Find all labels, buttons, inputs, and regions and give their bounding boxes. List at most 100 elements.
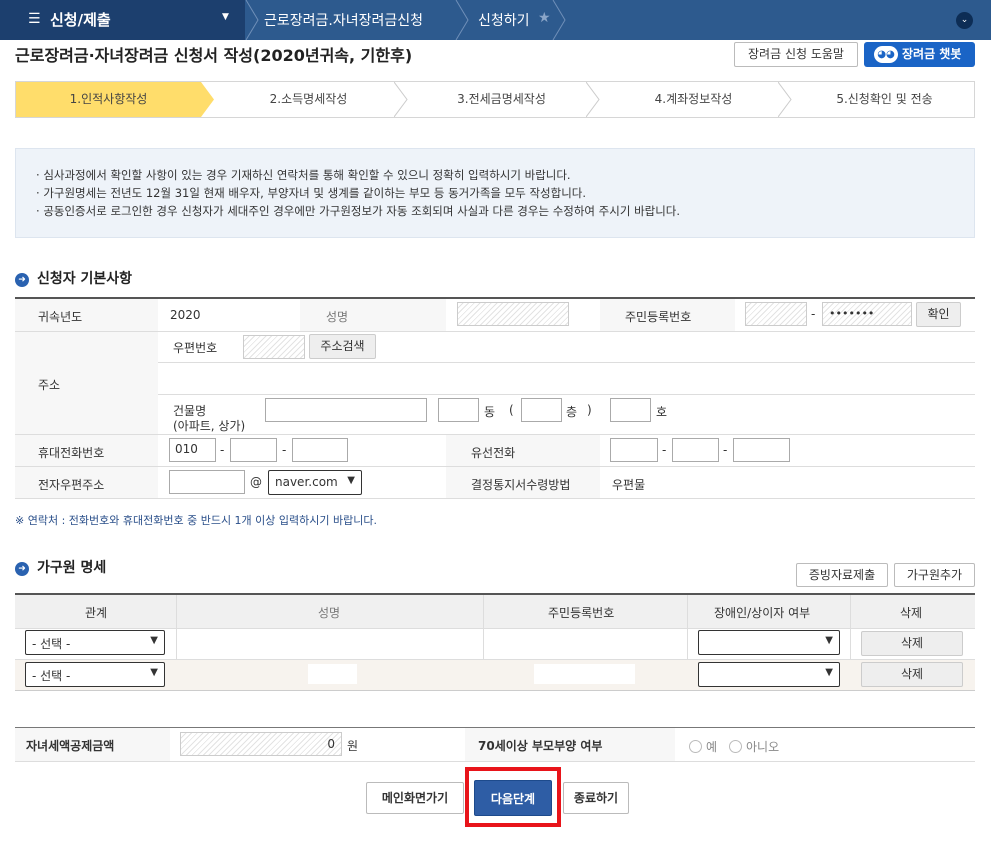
step-arrow-icon — [394, 82, 408, 117]
column-header: 장애인/상이자 여부 — [714, 606, 811, 620]
relation-value: - 선택 - — [32, 669, 71, 683]
expand-icon[interactable]: ⌄ — [956, 12, 973, 29]
email-id-input[interactable] — [169, 470, 245, 494]
landline-middle-input[interactable] — [672, 438, 719, 462]
chevron-down-icon: ▼ — [825, 635, 833, 646]
name-label: 성명 — [326, 310, 349, 324]
dash: - — [723, 443, 728, 457]
step-4: 4.계좌정보작성 — [654, 92, 733, 106]
caret-down-icon: ▼ — [222, 12, 229, 22]
email-domain-select[interactable]: naver.com ▼ — [268, 470, 362, 495]
year-label: 귀속년도 — [38, 310, 83, 324]
delete-row-button[interactable]: 삭제 — [861, 631, 963, 656]
dash: - — [220, 443, 225, 457]
rrn-dash: - — [811, 307, 816, 321]
help-button[interactable]: 장려금 신청 도움말 — [734, 42, 858, 67]
column-header: 관계 — [85, 606, 108, 620]
step-arrow-icon — [586, 82, 600, 117]
open-paren: ( — [509, 403, 514, 417]
radio-yes[interactable]: 예 — [689, 738, 717, 755]
dong-label: 동 — [484, 405, 496, 419]
rrn-front-field[interactable] — [745, 302, 807, 326]
child-credit-label: 자녀세액공제금액 — [26, 739, 115, 753]
arrow-right-icon: ➜ — [15, 562, 29, 576]
email-domain-value: naver.com — [275, 475, 338, 489]
column-header: 주민등록번호 — [548, 606, 615, 620]
zip-field[interactable] — [243, 335, 305, 359]
name-field[interactable] — [457, 302, 569, 326]
dong-input[interactable] — [438, 398, 479, 422]
step-3: 3.전세금명세작성 — [457, 92, 546, 106]
address-search-button[interactable]: 주소검색 — [309, 334, 376, 359]
column-header: 삭제 — [900, 606, 923, 620]
building-name-input[interactable] — [265, 398, 427, 422]
row-divider — [158, 394, 975, 395]
chevron-down-icon: ▼ — [150, 667, 158, 678]
address-label: 주소 — [38, 378, 61, 392]
notice-box: · 심사과정에서 확인할 사항이 있는 경우 기재하신 연락처를 통해 확인할 … — [15, 148, 975, 238]
exit-button[interactable]: 종료하기 — [563, 782, 629, 814]
top-navigation-bar: ☰ 신청/제출 ▼ 근로장려금.자녀장려금신청 신청하기 ★ ⌄ — [0, 0, 991, 40]
disability-select[interactable]: ▼ — [698, 630, 840, 655]
relation-select[interactable]: - 선택 - ▼ — [25, 662, 165, 687]
chevron-down-icon: ▼ — [347, 475, 355, 486]
next-step-button[interactable]: 다음단계 — [474, 780, 552, 816]
main-page-button[interactable]: 메인화면가기 — [366, 782, 464, 814]
mobile-prefix-input[interactable]: 010 — [169, 438, 216, 462]
notice-line: · 심사과정에서 확인할 사항이 있는 경우 기재하신 연락처를 통해 확인할 … — [36, 168, 571, 182]
breadcrumb-separator-icon — [245, 0, 259, 40]
parent70-label: 70세이상 부모부양 여부 — [478, 739, 603, 753]
landline-area-input[interactable] — [610, 438, 658, 462]
mobile-label: 휴대전화번호 — [38, 446, 105, 460]
step-5: 5.신청확인 및 전송 — [836, 92, 933, 106]
breadcrumb-incentive-application[interactable]: 근로장려금.자녀장려금신청 — [264, 10, 423, 30]
rrn-back-field[interactable]: ••••••• — [822, 302, 912, 326]
landline-last-input[interactable] — [733, 438, 790, 462]
year-value: 2020 — [170, 308, 201, 322]
relation-select[interactable]: - 선택 - ▼ — [25, 630, 165, 655]
disability-select[interactable]: ▼ — [698, 662, 840, 687]
mobile-middle-input[interactable] — [230, 438, 277, 462]
menu-label: 신청/제출 — [50, 11, 111, 29]
at-sign: @ — [250, 475, 262, 489]
notice-line: · 가구원명세는 전년도 12월 31일 현재 배우자, 부양자녀 및 생계를 … — [36, 186, 587, 200]
row-divider — [15, 498, 975, 499]
breadcrumb-separator-icon — [552, 0, 566, 40]
mobile-last-input[interactable] — [292, 438, 348, 462]
menu-dropdown[interactable]: ☰ 신청/제출 ▼ — [0, 0, 245, 40]
member-rrn-field[interactable] — [534, 664, 635, 684]
ho-input[interactable] — [610, 398, 651, 422]
hamburger-icon: ☰ — [28, 11, 41, 27]
chatbot-button[interactable]: ◕◕ 장려금 챗봇 — [864, 42, 975, 67]
arrow-right-icon: ➜ — [15, 273, 29, 287]
rrn-label: 주민등록번호 — [625, 310, 692, 324]
close-paren: ) — [587, 403, 592, 417]
row-divider — [15, 628, 975, 629]
radio-icon — [729, 740, 742, 753]
table-top-border — [15, 297, 975, 299]
step-arrow-icon — [201, 82, 214, 117]
breadcrumb-separator-icon — [455, 0, 469, 40]
page-title: 근로장려금·자녀장려금 신청서 작성(2020년귀속, 기한후) — [15, 46, 413, 65]
add-member-button[interactable]: 가구원추가 — [894, 563, 975, 587]
floor-input[interactable] — [521, 398, 562, 422]
breadcrumb-apply[interactable]: 신청하기 — [478, 10, 530, 30]
notice-method-value: 우편물 — [612, 478, 646, 492]
email-label: 전자우편주소 — [38, 478, 105, 492]
rrn-confirm-button[interactable]: 확인 — [916, 302, 961, 327]
radio-no[interactable]: 아니오 — [729, 738, 779, 755]
member-name-field[interactable] — [308, 664, 357, 684]
star-icon[interactable]: ★ — [538, 10, 551, 26]
step-progress: 1.인적사항작성 2.소득명세작성 3.전세금명세작성 4.계좌정보작성 5.신… — [15, 81, 975, 118]
chatbot-label: 장려금 챗봇 — [902, 47, 962, 61]
chevron-down-icon: ▼ — [825, 667, 833, 678]
applicant-section-title: ➜ 신청자 기본사항 — [15, 268, 132, 288]
label-column — [15, 299, 158, 498]
delete-row-button[interactable]: 삭제 — [861, 662, 963, 687]
row-divider — [158, 362, 975, 363]
column-header: 성명 — [318, 606, 341, 620]
landline-label: 유선전화 — [471, 446, 516, 460]
dash: - — [282, 443, 287, 457]
chevron-down-icon: ▼ — [150, 635, 158, 646]
submit-docs-button[interactable]: 증빙자료제출 — [796, 563, 888, 587]
